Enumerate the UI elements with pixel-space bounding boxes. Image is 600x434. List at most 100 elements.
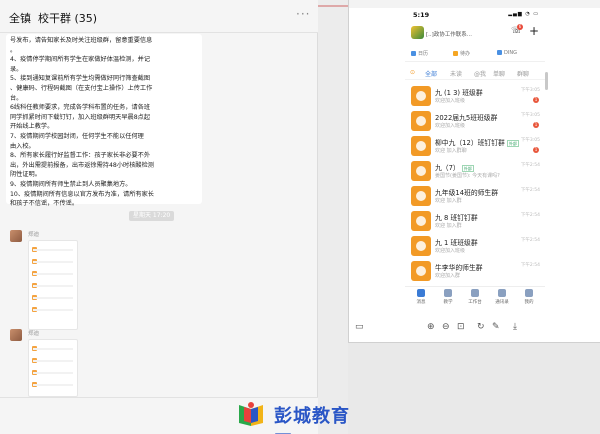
message-line: 9、疫情期间所有师生禁止到人员聚集地方。 <box>10 180 132 188</box>
tab-messages[interactable]: 消息 <box>409 289 433 305</box>
announcement-message: 号发布，请告知家长及时关注班级群，留意重要信息 。 4、疫情停学期间所有学生在家… <box>6 34 202 207</box>
unread-badge: 1 <box>533 97 539 103</box>
filter-group[interactable]: 群聊 <box>517 69 529 78</box>
watermark-text: 彭城教育网 <box>274 406 350 434</box>
conversation-item[interactable]: 牛李华的师生群 欢迎加入群 下午2:54 <box>405 258 545 284</box>
conversation-preview: 欢迎加入班级 <box>435 98 466 104</box>
workbench-icon <box>471 289 479 297</box>
conversation-item[interactable]: 九（7） 外部 姜国节(姜国节): 今天有课吗? 下午2:54 <box>405 158 545 184</box>
conversation-item[interactable]: 柳中九（12）班钉钉群 外部 欢迎 加入群聊 下午3:05 1 <box>405 133 545 159</box>
quick-calendar[interactable]: 日历 <box>411 50 428 57</box>
filter-all[interactable]: 全部 <box>425 69 437 78</box>
quick-todo[interactable]: 待办 <box>453 50 470 57</box>
image-thumbnail[interactable] <box>28 339 78 397</box>
watermark: 彭城教育网 <box>236 399 366 434</box>
edit-icon[interactable]: ✎ <box>492 322 500 332</box>
conversation-item[interactable]: 九年级14班的师生群 欢迎 加入群 下午2:54 <box>405 183 545 209</box>
conversation-title-text: 柳中九（12）班钉钉群 <box>435 139 505 147</box>
message-line: 录。 <box>10 65 23 73</box>
message-timestamp: 星期天 17:20 <box>129 211 175 221</box>
group-avatar-icon <box>411 261 431 281</box>
group-avatar-icon <box>411 236 431 256</box>
conversation-title: 柳中九（12）班钉钉群 外部 <box>435 137 519 147</box>
rotate-icon[interactable]: ↻ <box>477 322 485 332</box>
conversation-time: 下午2:54 <box>520 188 540 193</box>
image-viewer-window: 5:19 ▂▄▆ ◔ ▭ [..]政协工作联系... ☏ 6 + 日历 待办 D… <box>348 0 600 343</box>
plus-icon[interactable]: + <box>529 24 539 38</box>
scrollbar[interactable] <box>545 72 548 90</box>
chat-user-label[interactable]: 全镇 <box>9 10 31 26</box>
image-thumbnail[interactable] <box>28 240 78 330</box>
conversation-time: 下午3:05 <box>520 138 540 143</box>
message-line: 8、所有家长履行好监督工作：孩子家长非必要不外 <box>10 152 151 160</box>
tab-teaching[interactable]: 教学 <box>436 289 460 305</box>
divider <box>318 5 348 7</box>
bottom-tab-bar: 消息 教学 工作台 通讯录 我的 <box>405 286 545 308</box>
conversation-item[interactable]: 2022届九5班班级群 欢迎加入班级 下午3:05 1 <box>405 108 545 134</box>
window-titlebar <box>349 0 600 8</box>
messages-icon <box>417 289 425 297</box>
tab-workbench[interactable]: 工作台 <box>463 289 487 305</box>
message-line: 10、疫情期间所有信息以官方发布为准，请所有家长 <box>10 190 154 198</box>
avatar[interactable] <box>10 329 22 341</box>
conversation-preview: 欢迎 加入群 <box>435 198 462 204</box>
conversation-title: 九（7） 外部 <box>435 162 474 172</box>
message-line: 开始线上教学。 <box>10 123 54 131</box>
conversation-preview: 姜国节(姜国节): 今天有课吗? <box>435 173 500 179</box>
org-logo-icon[interactable] <box>411 26 424 39</box>
quick-ding[interactable]: DING <box>497 50 517 56</box>
zoom-out-icon[interactable]: ⊖ <box>442 322 450 332</box>
conversation-time: 下午2:54 <box>520 238 540 243</box>
fit-icon[interactable]: ⊡ <box>457 322 465 332</box>
quick-label: DING <box>504 50 517 56</box>
filter-single[interactable]: 单聊 <box>493 69 505 78</box>
conversation-item[interactable]: 九 (1 3) 班级群 欢迎加入班级 下午3:05 1 <box>405 83 545 109</box>
conversation-preview: 欢迎 加入群 <box>435 223 462 229</box>
teaching-icon <box>444 289 452 297</box>
filter-unread[interactable]: 未读 <box>450 69 462 78</box>
status-icons: ▂▄▆ ◔ ▭ <box>508 11 539 17</box>
sender-name: 郑迪 <box>28 331 40 337</box>
tab-contacts[interactable]: 通讯录 <box>490 289 514 305</box>
conversation-title: 牛李华的师生群 <box>435 264 483 272</box>
group-avatar-icon <box>411 161 431 181</box>
conversation-time: 下午2:54 <box>520 163 540 168</box>
unread-badge: 1 <box>533 122 539 128</box>
tab-me[interactable]: 我的 <box>517 289 541 305</box>
phone-screenshot: 5:19 ▂▄▆ ◔ ▭ [..]政协工作联系... ☏ 6 + 日历 待办 D… <box>405 8 545 308</box>
conversation-title: 九 8 班钉钉群 <box>435 214 478 222</box>
conversation-title: 九 1 班班级群 <box>435 239 478 247</box>
conversation-title: 2022届九5班班级群 <box>435 114 498 122</box>
conversation-item[interactable]: 九 8 班钉钉群 欢迎 加入群 下午2:54 <box>405 208 545 234</box>
conversation-preview: 欢迎加入群 <box>435 273 461 279</box>
message-line: 5、接到通知复课前所有学生均需做好同行筛查截图 <box>10 75 151 83</box>
calendar-icon <box>411 51 416 56</box>
avatar[interactable] <box>10 230 22 242</box>
conversation-title: 九年级14班的师生群 <box>435 189 499 197</box>
conversation-item[interactable]: 九 1 班班级群 欢迎加入班级 下午2:54 <box>405 233 545 259</box>
zoom-in-icon[interactable]: ⊕ <box>427 322 435 332</box>
org-name[interactable]: [..]政协工作联系... <box>426 30 472 38</box>
filter-mentions[interactable]: @我 <box>474 69 486 78</box>
tab-label: 我的 <box>524 300 534 305</box>
message-line: 4、疫情停学期间所有学生在家做好体温检测，并记 <box>10 56 151 64</box>
filter-settings-icon[interactable]: ⊙ <box>410 69 415 76</box>
tab-label: 通讯录 <box>495 300 509 305</box>
quick-label: 待办 <box>460 51 471 57</box>
message-line: 同学抓紧时间下载钉钉，加入班级群明天早晨8点起 <box>10 113 151 121</box>
chat-window: 全镇 校干群 (35) ··· 号发布，请告知家长及时关注班级群，留意重要信息 … <box>0 0 318 434</box>
conversation-list: 九 (1 3) 班级群 欢迎加入班级 下午3:05 1 2022届九5班班级群 … <box>405 83 545 283</box>
message-line: 号发布，请告知家长及时关注班级群，留意重要信息 <box>10 37 153 44</box>
more-icon[interactable]: ··· <box>296 7 310 21</box>
unread-badge: 1 <box>533 147 539 153</box>
message-line: 出，外出需提前报备，出市返徐需持48小时核酸检测 <box>10 161 154 169</box>
download-icon[interactable]: ⤓ <box>513 322 517 332</box>
screen-icon[interactable]: ▭ <box>355 322 364 332</box>
quick-actions: 日历 待办 DING <box>405 48 545 62</box>
conversation-title-text: 九（7） <box>435 164 460 172</box>
contacts-badge: 6 <box>517 24 523 30</box>
chat-group-title: 校干群 (35) <box>38 12 98 25</box>
conversation-time: 下午3:05 <box>520 113 540 118</box>
external-tag: 外部 <box>461 164 474 172</box>
group-avatar-icon <box>411 211 431 231</box>
